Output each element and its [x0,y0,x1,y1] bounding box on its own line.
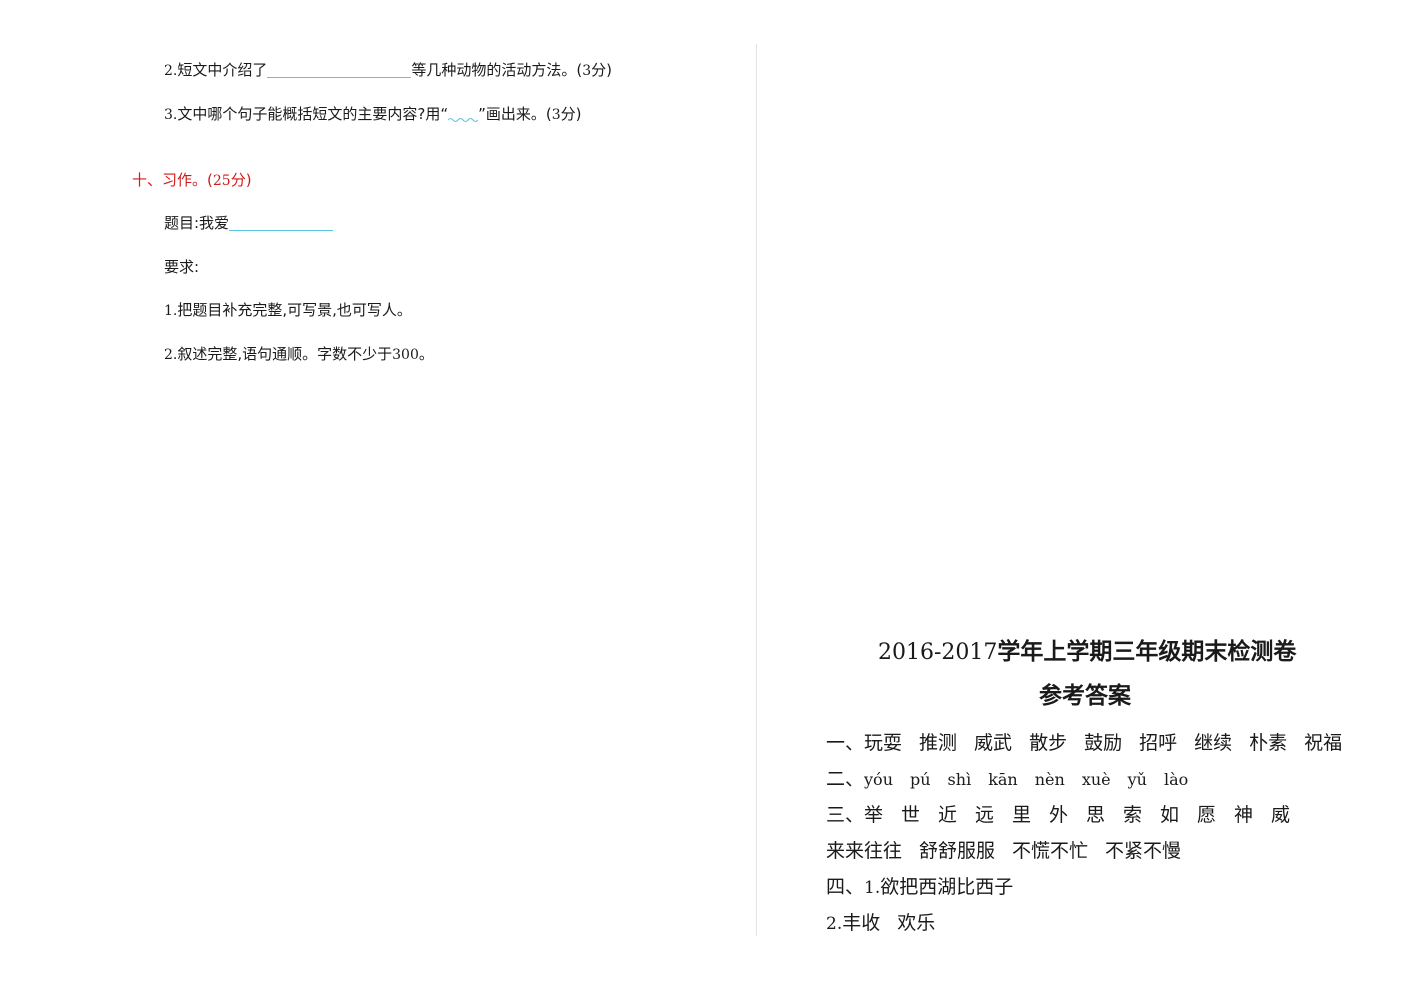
question-2-number: 2. [164,63,178,79]
essay-topic-blank[interactable] [229,214,334,231]
essay-topic-text: 题目:我爱 [164,214,230,232]
answer-3-char: 神 [1234,804,1254,826]
question-2-text-before: 短文中介绍了 [177,61,268,79]
question-3-score: 3 [551,107,561,123]
answer-4-item-1: 欲把西湖比西子 [880,876,1014,898]
answer-2-pinyin: yóu [864,770,893,789]
question-2-answer-blank[interactable] [267,61,412,78]
answer-1-word: 祝福 [1304,732,1343,754]
section-10-heading: 十、习作。(25分) [132,170,252,191]
answer-2-pinyin: yǔ [1127,770,1147,789]
answer-4-item-2-word: 欢乐 [897,912,936,934]
answer-3-char: 愿 [1197,804,1217,826]
answer-1-word: 玩耍 [864,732,903,754]
requirement-1-text: 把题目补充完整,可写景,也可写人。 [177,301,412,319]
answer-3-label: 三、 [826,804,865,826]
answer-3-phrase: 舒舒服服 [919,840,996,862]
answer-3-char: 远 [975,804,995,826]
answer-3-phrase: 不慌不忙 [1012,840,1089,862]
answer-3-phrase: 来来往往 [826,840,903,862]
question-2: 2.短文中介绍了 等几种动物的活动方法。(3分) [164,60,612,81]
requirements-label: 要求: [164,258,200,276]
answer-3-phrase: 不紧不慢 [1105,840,1182,862]
answer-1-word: 散步 [1029,732,1068,754]
requirement-2-text: 叙述完整,语句通顺。字数不少于 [177,345,393,363]
question-2-score-unit: 分) [591,61,613,79]
answer-4-item-2-word: 丰收 [842,912,881,934]
requirement-1: 1.把题目补充完整,可写景,也可写人。 [164,300,412,321]
section-10-score: 25 [212,173,231,189]
answer-1-word: 推测 [919,732,958,754]
answer-4-label: 四、 [826,876,865,898]
question-3-text-after: ”画出来。( [478,105,552,123]
question-3-number: 3. [164,107,178,123]
answer-1-word: 朴素 [1249,732,1288,754]
answer-3-char: 外 [1049,804,1069,826]
answer-key-title-years: 2016-2017 [878,640,998,665]
answer-1-word: 威武 [974,732,1013,754]
requirement-2-count: 300 [392,347,419,363]
answer-3-char: 近 [938,804,958,826]
section-10-score-unit: 分) [230,171,252,189]
requirement-2: 2.叙述完整,语句通顺。字数不少于300。 [164,344,434,365]
question-2-score: 3 [582,63,592,79]
answer-1-word: 招呼 [1139,732,1178,754]
answer-1: 一、玩耍 推测 威武 散步 鼓励 招呼 继续 朴素 祝福 [826,730,1342,756]
answer-3-char: 威 [1271,804,1291,826]
answer-4-item-1-number: 1. [864,878,881,898]
answer-key-subtitle: 参考答案 [1039,683,1131,709]
requirement-2-end: 。 [418,345,434,363]
answer-4: 四、1.欲把西湖比西子 [826,874,1013,901]
question-2-text-after: 等几种动物的活动方法。( [411,61,583,79]
answer-2: 二、yóu pú shì kān nèn xuè yǔ lào [826,766,1205,793]
answer-2-pinyin: pú [910,770,931,789]
question-3-text-before: 文中哪个句子能概括短文的主要内容?用“ [177,105,449,123]
requirement-2-number: 2. [164,347,178,363]
answer-3-line-2: 来来往往 舒舒服服 不慌不忙 不紧不慢 [826,838,1181,864]
answer-2-pinyin: kān [988,770,1018,789]
page-divider [756,44,757,936]
question-3: 3.文中哪个句子能概括短文的主要内容?用“ ”画出来。(3分) [164,104,582,125]
wavy-underline-icon [448,109,479,123]
question-3-score-unit: 分) [560,105,582,123]
answer-2-pinyin: xuè [1081,770,1111,789]
answer-1-label: 一、 [826,732,865,754]
answer-2-pinyin: shì [947,770,972,789]
answer-key-title-text: 学年上学期三年级期末检测卷 [997,639,1297,665]
answer-2-label: 二、 [826,768,865,790]
answer-3: 三、举世近远里外思索如愿神威 [826,802,1308,828]
answer-1-word: 鼓励 [1084,732,1123,754]
answer-4-item-2: 2.丰收 欢乐 [826,910,935,937]
answer-key-title: 2016-2017学年上学期三年级期末检测卷 [878,637,1296,668]
requirement-1-number: 1. [164,303,178,319]
answer-3-char: 里 [1012,804,1032,826]
section-10-label: 十、习作。( [132,171,213,189]
answer-2-pinyin: lào [1163,770,1189,789]
answer-3-char: 举 [864,804,884,826]
essay-topic: 题目:我爱 [164,213,334,233]
answer-1-word: 继续 [1194,732,1233,754]
answer-4-item-2-number: 2. [826,914,843,934]
answer-2-pinyin: nèn [1034,770,1065,789]
answer-3-char: 索 [1123,804,1143,826]
answer-3-char: 如 [1160,804,1180,826]
answer-3-char: 思 [1086,804,1106,826]
answer-3-char: 世 [901,804,921,826]
